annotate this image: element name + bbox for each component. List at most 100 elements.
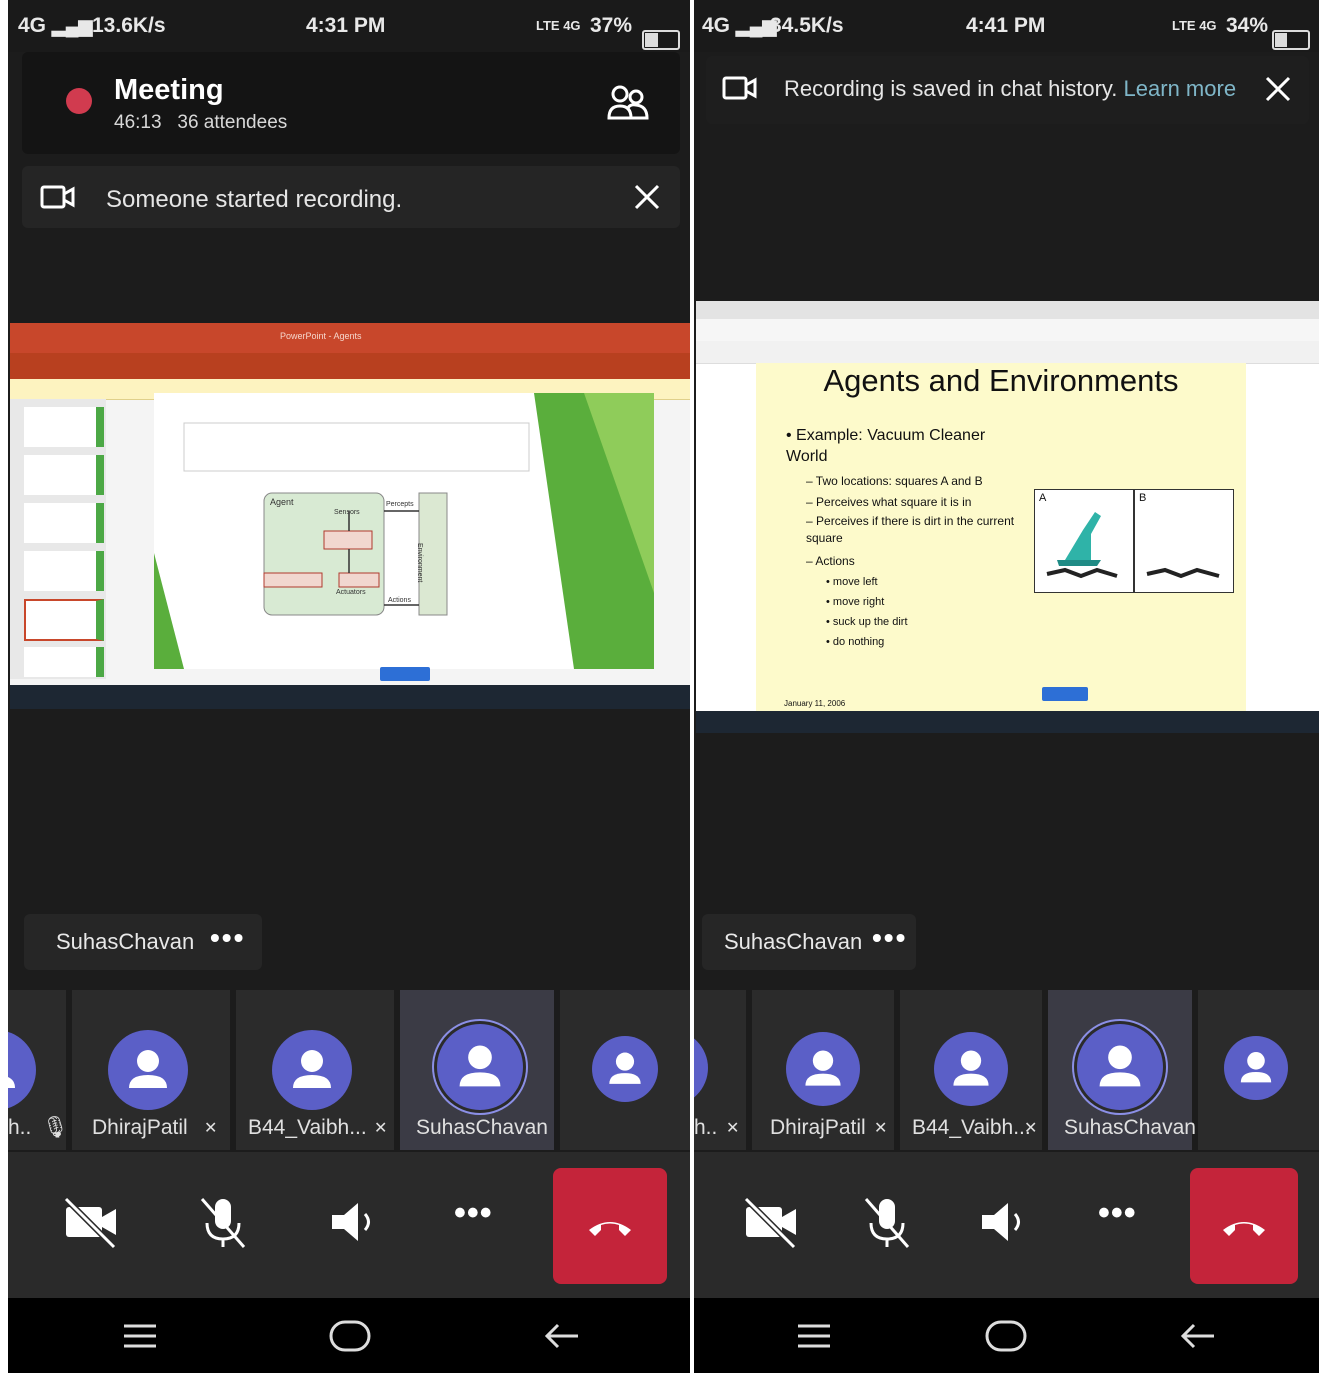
learn-more-link[interactable]: Learn more — [1124, 76, 1237, 101]
participant-name: DhirajPatil — [770, 1116, 866, 1139]
meeting-duration: 46:13 — [114, 112, 162, 133]
slide-label: Sensors — [334, 509, 360, 516]
participant-tile[interactable]: DhirajPatil ✕ — [752, 990, 894, 1150]
shared-screen[interactable]: Agents and Environments • Example: Vacuu… — [696, 301, 1319, 733]
call-controls: ••• — [8, 1152, 690, 1298]
volte-icon: LTE 4G — [536, 18, 581, 33]
meeting-info: 46:13 36 attendees — [114, 112, 287, 134]
more-actions-icon[interactable]: ••• — [1098, 1194, 1168, 1264]
notice-text: Someone started recording. — [106, 186, 403, 213]
slide-label: Agent — [270, 497, 294, 507]
data-speed: 34.5K/s — [770, 14, 844, 37]
notice-text: Recording is saved in chat history. Lear… — [784, 76, 1236, 102]
participant-tile[interactable]: h.. 🎙 — [8, 990, 69, 1150]
slide-graphic — [154, 393, 654, 669]
battery-percent: 37% — [590, 14, 633, 37]
recording-saved-notice: Recording is saved in chat history. Lear… — [706, 56, 1309, 124]
camera-off-icon[interactable] — [736, 1187, 806, 1257]
slide-label: Percepts — [386, 501, 414, 508]
close-icon[interactable] — [632, 182, 662, 212]
back-icon[interactable] — [1176, 1316, 1220, 1356]
battery-icon — [642, 30, 680, 50]
back-icon[interactable] — [540, 1316, 584, 1356]
app-titlebar: PowerPoint - Agents — [10, 323, 690, 353]
mic-muted-icon: 🎙 — [42, 1116, 69, 1139]
home-icon[interactable] — [328, 1316, 372, 1356]
speaker-name: SuhasChavan — [724, 929, 863, 954]
share-banner-button[interactable] — [380, 667, 430, 681]
mic-muted-icon: ✕ — [1024, 1120, 1038, 1137]
share-banner-button[interactable] — [1042, 687, 1088, 701]
network-indicator: 4G ▂▄▆ — [18, 14, 93, 37]
video-camera-icon — [40, 185, 75, 209]
speaker-name-pill[interactable]: SuhasChavan ••• — [702, 914, 916, 970]
clock: 4:31 PM — [306, 14, 386, 37]
participant-tile[interactable] — [560, 990, 690, 1150]
slide-bullet: • Example: Vacuum Cleaner World — [786, 427, 986, 465]
meeting-title: Meeting — [114, 74, 224, 106]
menu-icon[interactable] — [792, 1316, 836, 1356]
participant-name: B44_Vaibh... — [912, 1116, 1031, 1139]
slide-label: Actions — [388, 597, 411, 604]
more-options-icon[interactable]: ••• — [210, 922, 245, 954]
speaker-name: SuhasChavan — [56, 929, 195, 954]
pdf-toolbar — [696, 341, 1319, 364]
participant-name: SuhasChavan — [1064, 1116, 1196, 1139]
participant-tile[interactable]: B44_Vaibh... ✕ — [236, 990, 394, 1150]
avatar — [592, 1036, 658, 1102]
participant-name: h.. — [8, 1116, 32, 1139]
more-options-icon[interactable]: ••• — [872, 922, 907, 954]
avatar — [108, 1030, 188, 1110]
close-icon[interactable] — [1263, 74, 1293, 104]
action-item: do nothing — [832, 636, 885, 648]
notice-message: Recording is saved in chat history. — [784, 76, 1118, 101]
participant-tile[interactable]: h.. ✕ — [694, 990, 746, 1150]
sub-bullet: Perceives what square it is in — [816, 495, 972, 509]
speaker-name-pill[interactable]: SuhasChavan ••• — [24, 914, 262, 970]
mic-off-icon[interactable] — [852, 1187, 922, 1257]
hang-up-button[interactable] — [553, 1168, 667, 1284]
signal-icon: ▂▄▆ — [51, 16, 93, 36]
participant-name: B44_Vaibh... — [248, 1116, 367, 1139]
participant-tile[interactable]: B44_Vaibh... ✕ — [900, 990, 1042, 1150]
slide-label: Actuators — [336, 589, 366, 596]
ribbon — [10, 353, 690, 379]
attendee-count: 36 attendees — [177, 112, 288, 133]
mic-off-icon[interactable] — [188, 1187, 258, 1257]
participant-name: h.. — [694, 1116, 718, 1139]
android-navbar — [694, 1298, 1319, 1373]
vacuum-icon — [1046, 512, 1220, 579]
status-bar: 4G ▂▄▆ 13.6K/s 4:31 PM LTE 4G 37% — [8, 0, 690, 52]
slide-subbullets: – Two locations: squares A and B – Perce… — [806, 474, 1015, 648]
participant-tile[interactable]: DhirajPatil ✕ — [72, 990, 230, 1150]
video-camera-icon — [722, 76, 757, 100]
participant-strip[interactable]: h.. 🎙 DhirajPatil ✕ B44_Vaibh... ✕ Suhas… — [8, 990, 690, 1150]
right-phone-screen: 4G ▂▄▆ 34.5K/s 4:41 PM LTE 4G 34% Record… — [694, 0, 1319, 1373]
slide-thumbnails[interactable] — [10, 399, 106, 679]
speaker-icon[interactable] — [320, 1187, 390, 1257]
participants-icon[interactable] — [606, 82, 650, 126]
participant-strip[interactable]: h.. ✕ DhirajPatil ✕ B44_Vaibh... ✕ Suhas… — [694, 990, 1319, 1150]
shared-screen[interactable]: PowerPoint - Agents Agent Sensors Percep… — [10, 323, 690, 709]
slide-canvas[interactable]: Agent Sensors Percepts Actuators Actions… — [154, 393, 654, 669]
avatar — [934, 1032, 1008, 1106]
more-actions-icon[interactable]: ••• — [454, 1194, 524, 1264]
camera-off-icon[interactable] — [56, 1187, 126, 1257]
slide-title: Agents and Environments — [823, 363, 1179, 398]
browser-tabs — [696, 301, 1319, 319]
home-icon[interactable] — [984, 1316, 1028, 1356]
speaker-icon[interactable] — [970, 1187, 1040, 1257]
participant-tile-active[interactable]: SuhasChavan — [1048, 990, 1196, 1150]
participant-name: SuhasChavan — [416, 1116, 548, 1139]
slide-canvas[interactable]: Agents and Environments • Example: Vacuu… — [756, 363, 1246, 713]
mic-muted-icon: ✕ — [726, 1120, 740, 1137]
participant-tile[interactable] — [1198, 990, 1319, 1150]
avatar — [1077, 1024, 1163, 1110]
participant-tile-active[interactable]: SuhasChavan — [400, 990, 554, 1150]
hang-up-button[interactable] — [1190, 1168, 1298, 1284]
menu-icon[interactable] — [118, 1316, 162, 1356]
action-item: move right — [832, 596, 885, 608]
bullet-text: Example: Vacuum Cleaner World — [786, 427, 986, 465]
app-title: PowerPoint - Agents — [280, 331, 362, 341]
meeting-header[interactable]: Meeting 46:13 36 attendees — [22, 52, 680, 154]
